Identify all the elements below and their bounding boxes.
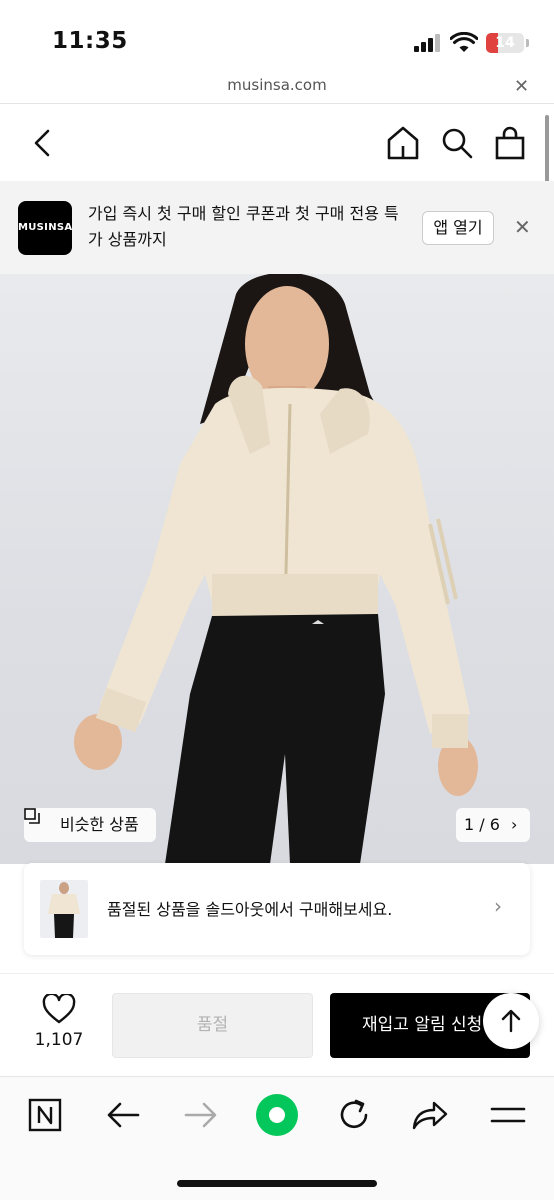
home-icon[interactable]: [385, 124, 421, 162]
battery-icon: 14: [486, 33, 524, 53]
image-page-counter[interactable]: 1 / 6 ›: [456, 808, 530, 842]
purchase-bar: 1,107 품절 재입고 알림 신청: [0, 974, 554, 1074]
product-image[interactable]: 비슷한 상품 1 / 6 ›: [0, 274, 554, 864]
back-arrow-icon[interactable]: [28, 125, 56, 161]
similar-products-button[interactable]: 비슷한 상품: [24, 808, 156, 842]
soldout-message: 품절된 상품을 솔드아웃에서 구매해보세요.: [107, 900, 393, 919]
like-count: 1,107: [34, 1030, 84, 1050]
similar-products-icon: [24, 808, 40, 824]
soldout-button: 품절: [112, 993, 313, 1058]
similar-products-label: 비슷한 상품: [60, 815, 139, 834]
heart-icon[interactable]: [42, 994, 76, 1024]
scroll-to-top-button[interactable]: [483, 993, 539, 1049]
arrow-up-icon: [501, 1009, 521, 1033]
naver-n-icon[interactable]: [26, 1095, 66, 1135]
close-icon[interactable]: ✕: [514, 215, 531, 239]
url-bar[interactable]: musinsa.com ✕: [0, 72, 554, 104]
status-bar: 11:35 14: [0, 0, 554, 72]
menu-icon[interactable]: [488, 1095, 528, 1135]
soldout-link-card[interactable]: 품절된 상품을 솔드아웃에서 구매해보세요. ›: [24, 863, 530, 955]
musinsa-logo: MUSINSA: [18, 201, 72, 255]
close-icon[interactable]: ✕: [514, 76, 529, 97]
app-header: [0, 105, 554, 181]
battery-level: 14: [495, 35, 515, 51]
battery-nub: [526, 39, 529, 47]
chevron-right-icon: ›: [511, 815, 518, 834]
home-indicator: [177, 1180, 377, 1187]
url-text[interactable]: musinsa.com: [0, 76, 554, 94]
shopping-bag-icon[interactable]: [493, 124, 527, 162]
status-time: 11:35: [52, 28, 128, 54]
scroll-indicator[interactable]: [545, 115, 549, 187]
app-promo-banner: MUSINSA 가입 즉시 첫 구매 할인 쿠폰과 첫 구매 전용 특가 상품까…: [0, 181, 554, 274]
product-thumbnail: [40, 880, 88, 938]
forward-icon[interactable]: [180, 1095, 220, 1135]
refresh-icon[interactable]: [334, 1095, 374, 1135]
open-app-button[interactable]: 앱 열기: [422, 211, 494, 245]
green-dot-icon[interactable]: [254, 1092, 300, 1138]
back-icon[interactable]: [104, 1095, 144, 1135]
product-photo: [74, 274, 478, 864]
chevron-right-icon: ›: [494, 894, 502, 918]
page-counter-text: 1 / 6: [464, 815, 500, 834]
promo-message: 가입 즉시 첫 구매 할인 쿠폰과 첫 구매 전용 특가 상품까지: [88, 204, 399, 249]
share-icon[interactable]: [410, 1095, 450, 1135]
wifi-icon: [450, 32, 478, 52]
search-icon[interactable]: [440, 125, 474, 161]
cellular-signal-icon: [414, 34, 440, 52]
